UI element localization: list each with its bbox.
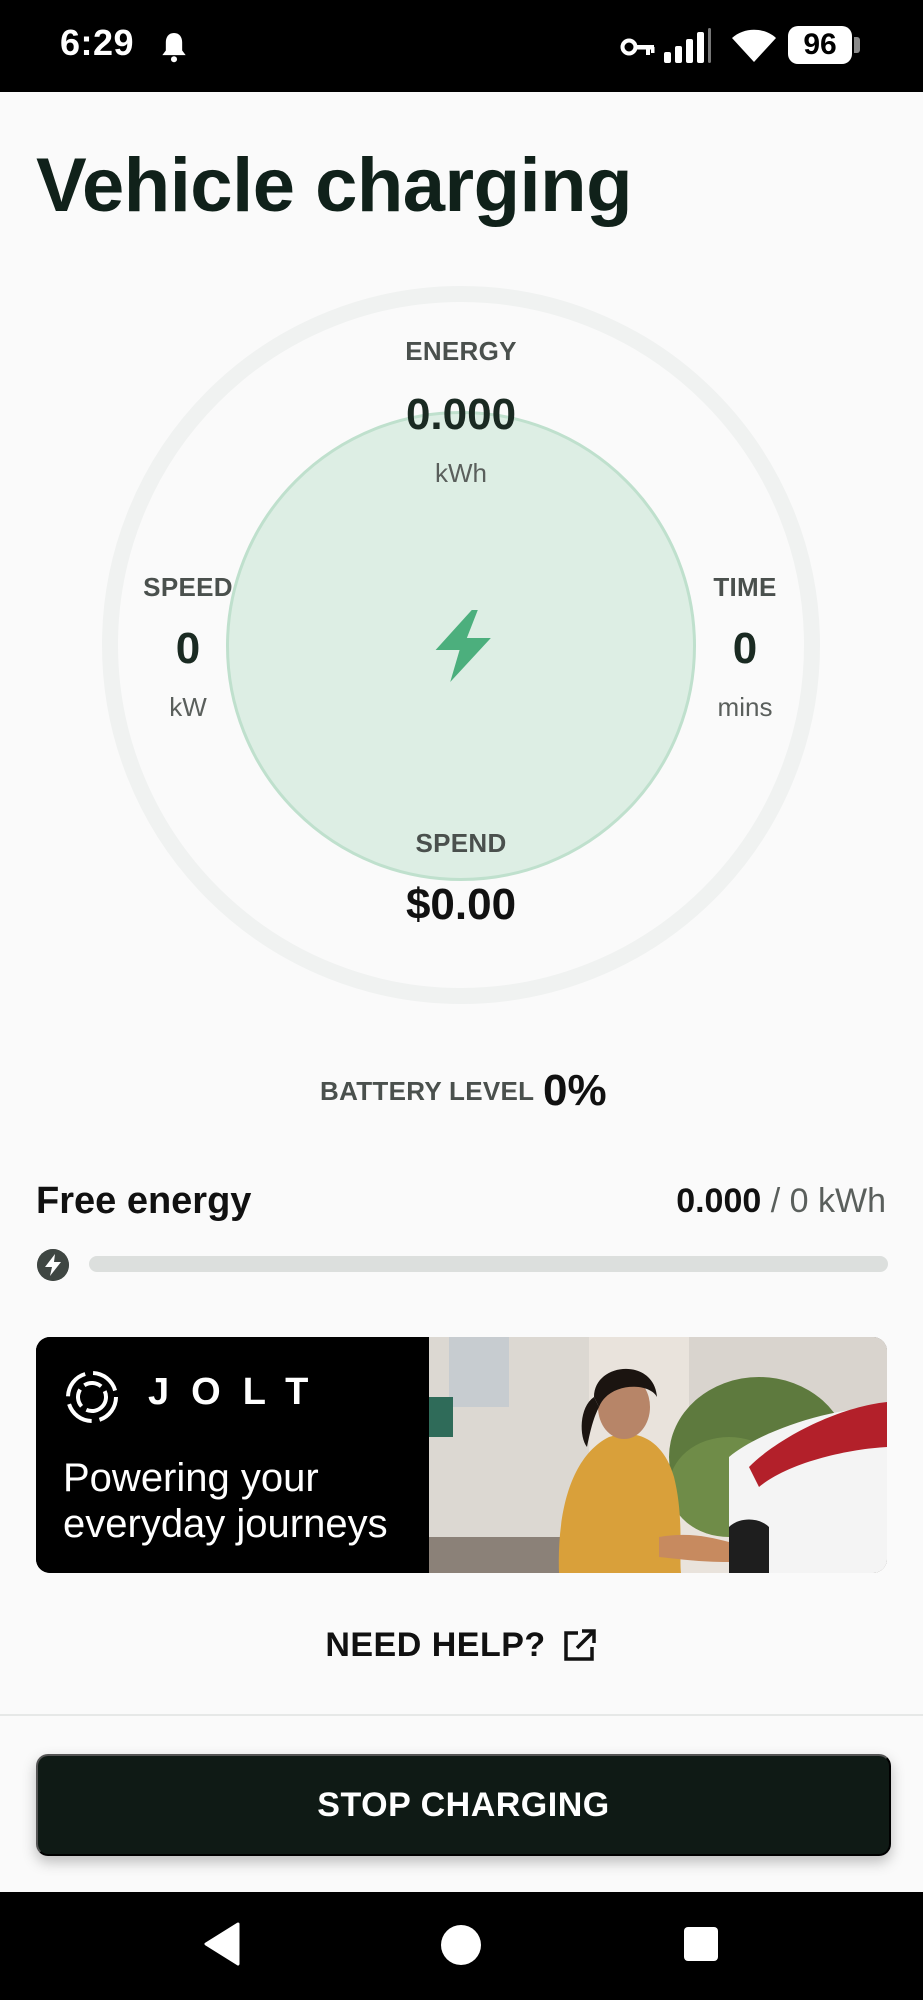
banner-photo	[429, 1337, 887, 1573]
battery-level-row: BATTERY LEVEL 0%	[0, 1062, 923, 1122]
battery-level-label: BATTERY LEVEL	[320, 1076, 535, 1106]
energy-label: ENERGY	[405, 336, 517, 366]
energy-value: 0.000	[405, 390, 517, 439]
bell-icon	[162, 33, 186, 63]
battery-indicator: 96	[788, 26, 860, 64]
back-icon[interactable]	[200, 1920, 242, 1968]
time-value: 0	[732, 624, 758, 673]
cell-signal-icon	[664, 28, 711, 63]
lightning-bolt-icon	[435, 610, 491, 682]
speed-label: SPEED	[143, 572, 233, 602]
free-energy-title: Free energy	[36, 1180, 252, 1222]
jolt-promo-banner[interactable]: JOLT Powering your everyday journeys	[36, 1337, 887, 1573]
battery-level-value: 0%	[543, 1066, 607, 1115]
battery-percent: 96	[803, 28, 837, 61]
banner-tagline: Powering your everyday journeys	[63, 1455, 423, 1547]
stop-charging-button[interactable]: STOP CHARGING	[36, 1754, 891, 1856]
status-bar: 6:29 96	[0, 0, 923, 92]
free-energy-total: / 0 kWh	[770, 1182, 886, 1220]
time-unit: mins	[717, 692, 773, 722]
free-energy-used: 0.000	[676, 1182, 762, 1220]
jolt-brand: JOLT	[148, 1371, 331, 1413]
jolt-logo-icon	[66, 1371, 118, 1423]
spend-value: $0.00	[405, 880, 517, 929]
bolt-badge-icon	[37, 1249, 69, 1281]
vpn-key-icon	[620, 38, 655, 56]
system-nav-bar	[0, 1892, 923, 2000]
banner-tagline-line1: Powering your	[63, 1456, 319, 1500]
free-energy-amount: 0.000 / 0 kWh	[676, 1182, 886, 1221]
need-help-link[interactable]: NEED HELP?	[0, 1626, 923, 1665]
home-icon[interactable]	[441, 1925, 481, 1965]
spend-label: SPEND	[415, 828, 507, 858]
page-title: Vehicle charging	[36, 143, 633, 228]
energy-unit: kWh	[435, 458, 487, 488]
recents-icon[interactable]	[684, 1927, 718, 1961]
divider	[0, 1714, 923, 1716]
need-help-label: NEED HELP?	[325, 1626, 546, 1664]
time-label: TIME	[713, 572, 777, 602]
speed-value: 0	[175, 624, 201, 673]
wifi-icon	[732, 29, 776, 62]
free-energy-progress	[89, 1256, 888, 1272]
external-link-icon	[563, 1628, 596, 1661]
speed-unit: kW	[169, 692, 207, 722]
banner-tagline-line2: everyday journeys	[63, 1502, 388, 1546]
status-time: 6:29	[60, 22, 135, 63]
banner-text-panel: JOLT Powering your everyday journeys	[36, 1337, 429, 1573]
